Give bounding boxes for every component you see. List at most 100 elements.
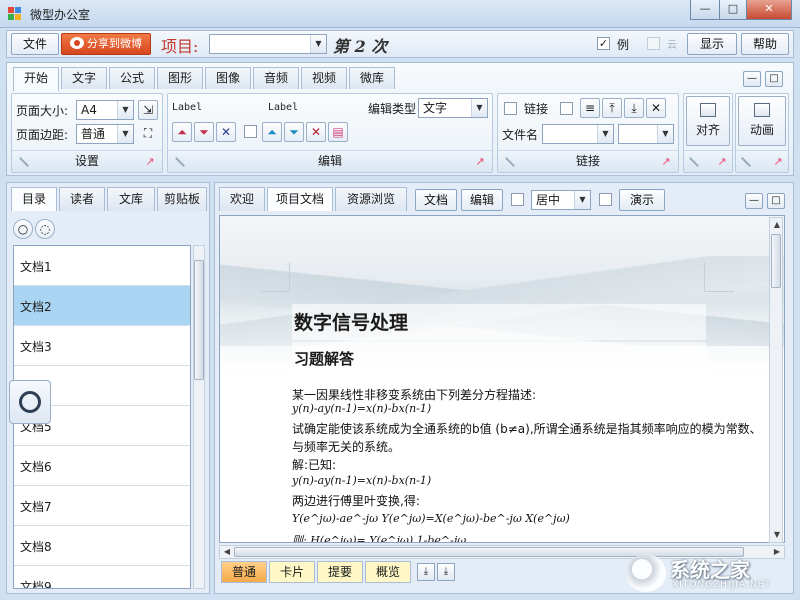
magic-wand-icon <box>174 156 186 168</box>
link-checkbox[interactable] <box>504 102 517 115</box>
project-select[interactable]: ▼ <box>209 34 327 54</box>
animation-button[interactable]: 动画 <box>738 96 786 146</box>
list-icon[interactable]: ≡ <box>580 98 600 118</box>
doc-list-scrollbar[interactable] <box>193 245 205 589</box>
tab-catalog[interactable]: 目录 <box>11 187 57 211</box>
remove-link-icon[interactable]: ✕ <box>646 98 666 118</box>
edit-checkbox[interactable] <box>244 125 257 138</box>
file-type-select[interactable]: ▼ <box>618 124 674 144</box>
document-button[interactable]: 文档 <box>415 189 457 211</box>
move-down-blue-icon[interactable]: ⏷ <box>284 122 304 142</box>
scrollbar-thumb[interactable] <box>771 234 781 288</box>
example-checkbox[interactable]: ✓ <box>597 37 610 50</box>
file-menu-button[interactable]: 文件 <box>11 33 59 55</box>
page-size-select[interactable]: A4 ▼ <box>76 100 134 120</box>
list-item[interactable]: 文档9 <box>14 566 190 588</box>
scroll-down-icon[interactable]: ▼ <box>770 528 784 542</box>
tab-shape[interactable]: 图形 <box>157 67 203 89</box>
filename-select[interactable]: ▼ <box>542 124 614 144</box>
edit-mode-checkbox[interactable] <box>511 193 524 206</box>
tab-resource-browser[interactable]: 资源浏览 <box>335 187 407 211</box>
note-icon[interactable]: ▤ <box>328 122 348 142</box>
present-button[interactable]: 演示 <box>619 189 665 211</box>
document-view[interactable]: 数字信号处理 习题解答 某一因果线性非移变系统由下列差分方程描述: y(n)-a… <box>219 215 785 543</box>
tab-library[interactable]: 文库 <box>107 187 155 211</box>
scrollbar-thumb[interactable] <box>194 260 204 380</box>
tab-clipboard[interactable]: 剪贴板 <box>157 187 207 211</box>
panel-minimize-button[interactable]: — <box>745 193 763 209</box>
list-item[interactable]: 文档2 <box>14 286 190 326</box>
scroll-up-icon[interactable]: ▲ <box>770 218 784 232</box>
app-logo-icon <box>8 7 24 21</box>
alignment-select[interactable]: 居中 ▼ <box>531 190 591 210</box>
animation-icon <box>754 103 770 117</box>
align-label: 对齐 <box>695 123 720 137</box>
expand-arrow-icon[interactable]: ↗ <box>660 156 672 168</box>
download-icon[interactable]: ⤓ <box>624 98 644 118</box>
edit-button[interactable]: 编辑 <box>461 189 503 211</box>
maximize-button[interactable]: □ <box>719 0 747 20</box>
display-button[interactable]: 显示 <box>687 33 737 55</box>
panel-restore-button[interactable]: □ <box>767 193 785 209</box>
expand-arrow-icon[interactable]: ↗ <box>144 156 156 168</box>
tab-welcome[interactable]: 欢迎 <box>219 187 265 211</box>
delete-red-icon[interactable]: ✕ <box>306 122 326 142</box>
tab-text[interactable]: 文字 <box>61 67 107 89</box>
floating-tool-button[interactable] <box>9 380 51 424</box>
cloud-checkbox[interactable] <box>647 37 660 50</box>
doc-equation: y(n)-ay(n-1)=x(n)-bx(n-1) <box>292 474 432 487</box>
page-size-value: A4 <box>81 103 97 117</box>
dotted-circle-icon[interactable]: ◌ <box>35 219 55 239</box>
move-up-blue-icon[interactable]: ⏶ <box>262 122 282 142</box>
share-weibo-button[interactable]: 分享到微博 <box>61 33 151 55</box>
title-bar: 微型办公室 — □ ✕ <box>0 0 800 28</box>
fit-page-icon[interactable]: ⛶ <box>138 124 158 144</box>
move-down-red-icon[interactable]: ⏷ <box>194 122 214 142</box>
minimize-button[interactable]: — <box>690 0 720 20</box>
view-card-tab[interactable]: 卡片 <box>269 561 315 583</box>
ribbon-minimize-button[interactable]: — <box>743 71 761 87</box>
ribbon-restore-button[interactable]: □ <box>765 71 783 87</box>
tab-formula[interactable]: 公式 <box>109 67 155 89</box>
move-up-red-icon[interactable]: ⏶ <box>172 122 192 142</box>
tab-image[interactable]: 图像 <box>205 67 251 89</box>
scroll-left-icon[interactable]: ◀ <box>220 545 234 559</box>
edit-type-select[interactable]: 文字 ▼ <box>418 98 488 118</box>
doc-paragraph: 某一因果线性非移变系统由下列差分方程描述: <box>292 388 537 402</box>
export-icon[interactable]: ⤓ <box>437 563 455 581</box>
upload-icon[interactable]: ⤒ <box>602 98 622 118</box>
list-item[interactable]: 文档3 <box>14 326 190 366</box>
view-outline-tab[interactable]: 提要 <box>317 561 363 583</box>
import-icon[interactable]: ⤓ <box>417 563 435 581</box>
list-item[interactable]: 文档7 <box>14 486 190 526</box>
present-checkbox[interactable] <box>599 193 612 206</box>
example-label: 例 <box>617 38 630 52</box>
margin-select[interactable]: 普通 ▼ <box>76 124 134 144</box>
view-normal-tab[interactable]: 普通 <box>221 561 267 583</box>
tab-project-docs[interactable]: 项目文档 <box>267 187 333 211</box>
close-button[interactable]: ✕ <box>746 0 792 20</box>
weibo-icon <box>70 37 84 49</box>
link-option-checkbox[interactable] <box>560 102 573 115</box>
expand-arrow-icon[interactable]: ↗ <box>716 156 728 168</box>
tab-video[interactable]: 视频 <box>301 67 347 89</box>
list-item[interactable]: 文档1 <box>14 246 190 286</box>
tab-audio[interactable]: 音频 <box>253 67 299 89</box>
tab-microlib[interactable]: 微库 <box>349 67 395 89</box>
expand-arrow-icon[interactable]: ↗ <box>772 156 784 168</box>
expand-arrow-icon[interactable]: ↗ <box>474 156 486 168</box>
align-button[interactable]: 对齐 <box>686 96 730 146</box>
page-size-label: 页面大小: <box>16 104 69 118</box>
resize-page-button[interactable]: ⇲ <box>138 100 158 120</box>
chevron-down-icon: ▼ <box>597 125 613 143</box>
view-overview-tab[interactable]: 概览 <box>365 561 411 583</box>
list-item[interactable]: 文档8 <box>14 526 190 566</box>
link-label: 链接 <box>524 102 549 116</box>
tab-readers[interactable]: 读者 <box>59 187 105 211</box>
help-button[interactable]: 帮助 <box>741 33 789 55</box>
circle-tool-icon[interactable]: ○ <box>13 219 33 239</box>
doc-vertical-scrollbar[interactable]: ▲ ▼ <box>769 217 783 543</box>
list-item[interactable]: 文档6 <box>14 446 190 486</box>
delete-blue-icon[interactable]: ✕ <box>216 122 236 142</box>
tab-start[interactable]: 开始 <box>13 67 59 91</box>
